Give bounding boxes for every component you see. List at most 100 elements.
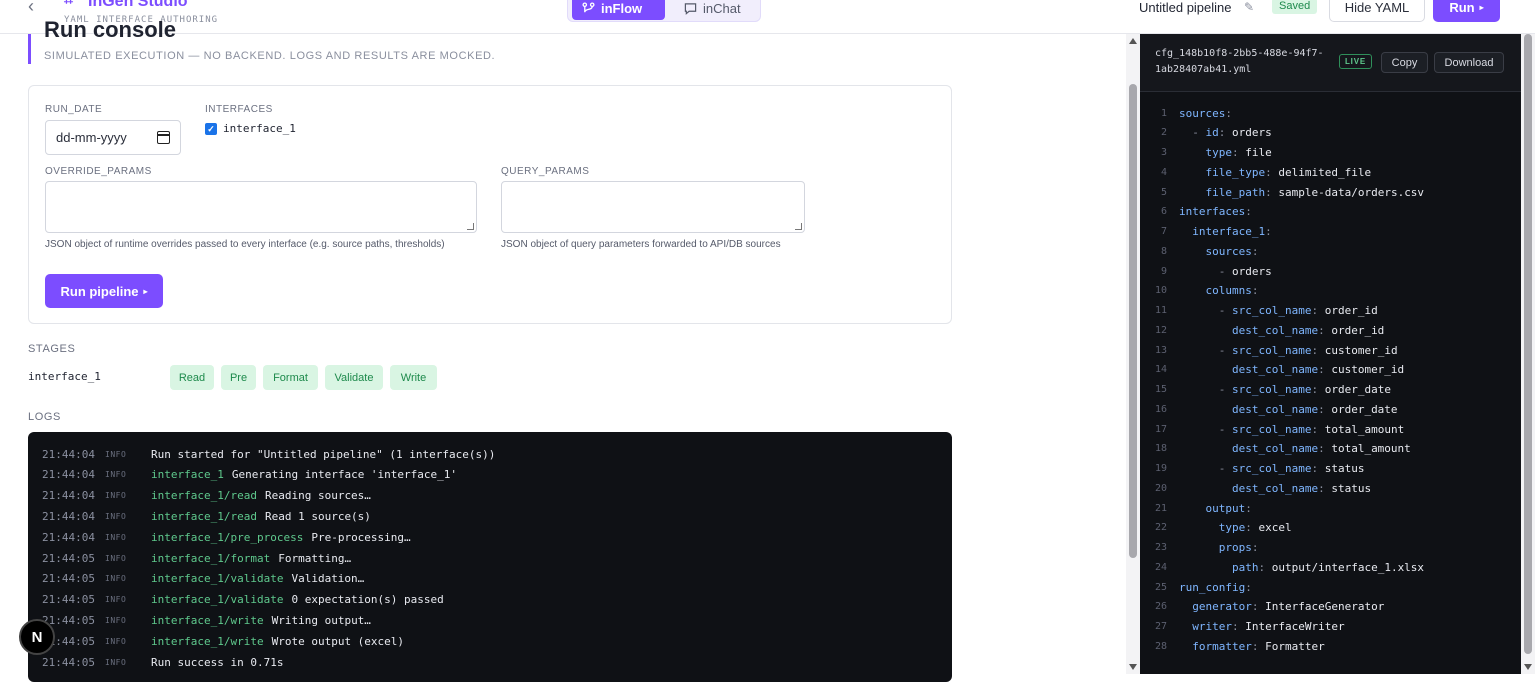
yaml-colon: :	[1225, 106, 1239, 120]
yaml-line: 23 props:	[1140, 539, 1265, 557]
scroll-down-icon[interactable]	[1524, 664, 1532, 670]
log-time: 21:44:05	[42, 613, 95, 627]
run-button[interactable]: Run ▸	[1433, 0, 1500, 22]
back-icon[interactable]: ‹	[28, 0, 34, 17]
chat-icon	[684, 2, 697, 15]
resize-handle-icon[interactable]	[795, 223, 802, 230]
yaml-value: orders	[1232, 126, 1272, 140]
inflow-tab[interactable]: inFlow	[572, 0, 665, 20]
yaml-colon: :	[1311, 462, 1325, 475]
yaml-value: order_id	[1331, 323, 1385, 337]
yaml-key: type	[1218, 521, 1246, 535]
yaml-value: customer_id	[1324, 343, 1398, 357]
yaml-colon: :	[1311, 304, 1325, 317]
log-level: INFO	[105, 636, 127, 646]
calendar-icon[interactable]	[157, 131, 170, 144]
yaml-colon: :	[1311, 343, 1325, 357]
yaml-colon: :	[1251, 600, 1266, 614]
stage-pill-format: Format	[263, 365, 318, 390]
log-message: Reading sources…	[264, 489, 371, 503]
resize-handle-icon[interactable]	[467, 223, 474, 230]
log-scope: interface_1/read	[151, 509, 257, 523]
yaml-indent: -	[1179, 462, 1232, 475]
yaml-value: order_date	[1331, 402, 1398, 416]
main-scrollbar[interactable]	[1126, 34, 1140, 674]
stage-pill-pre: Pre	[221, 365, 256, 390]
run-pipeline-button[interactable]: Run pipeline ▸	[45, 274, 163, 308]
yaml-key: formatter	[1192, 639, 1252, 653]
log-time: 21:44:04	[42, 489, 95, 503]
log-time: 21:44:05	[42, 551, 95, 565]
yaml-value: orders	[1231, 264, 1272, 278]
edit-icon[interactable]: ✎	[1244, 0, 1254, 14]
yaml-line: 10 columns:	[1140, 282, 1265, 300]
saved-badge: Saved	[1272, 0, 1318, 14]
yaml-indent: -	[1179, 383, 1232, 396]
log-time: 21:44:04	[42, 468, 95, 482]
override-params-input[interactable]	[45, 181, 477, 233]
dev-tools-badge[interactable]: N	[19, 619, 55, 655]
run-date-input[interactable]: dd-mm-yyyy	[45, 120, 181, 155]
log-time: 21:44:05	[42, 655, 95, 669]
log-line: 21:44:05 INFO interface_1/write Writing out…	[42, 612, 371, 628]
log-line: 21:44:04 INFO Run started for "Untitled pi…	[42, 446, 495, 462]
log-level: INFO	[105, 470, 127, 480]
yaml-value: order_date	[1324, 383, 1391, 396]
log-level: INFO	[105, 491, 127, 501]
line-number: 24	[1154, 561, 1167, 573]
line-number: 22	[1154, 522, 1167, 534]
scroll-up-icon[interactable]	[1129, 38, 1137, 44]
log-message: 0 expectation(s) passed	[291, 593, 444, 607]
line-number: 10	[1154, 285, 1167, 297]
line-number: 26	[1154, 601, 1167, 613]
yaml-key: interface_1	[1192, 225, 1266, 238]
interface-checkbox-row[interactable]: ✓ interface_1	[205, 122, 296, 135]
line-number: 18	[1154, 443, 1167, 455]
page-title: Run console	[44, 17, 177, 42]
yaml-indent	[1179, 146, 1206, 159]
stage-pill-write: Write	[390, 365, 437, 390]
log-scope: interface_1/read	[151, 489, 257, 503]
yaml-key: run_config	[1179, 580, 1246, 594]
log-time: 21:44:04	[42, 530, 95, 544]
yaml-value: total_amount	[1331, 442, 1411, 456]
line-number: 12	[1154, 324, 1167, 336]
yaml-line: 26 generator: InterfaceGenerator	[1140, 598, 1384, 616]
yaml-key: props	[1218, 541, 1252, 554]
yaml-scrollbar[interactable]	[1521, 34, 1535, 674]
yaml-line: 18 dest_col_name: total_amount	[1140, 440, 1411, 458]
query-params-input[interactable]	[501, 181, 805, 233]
hide-yaml-button[interactable]: Hide YAML	[1329, 0, 1425, 22]
download-button[interactable]: Download	[1434, 52, 1504, 73]
line-number: 11	[1154, 305, 1167, 316]
log-line: 21:44:04 INFO interface_1/read Read 1 sourc…	[42, 508, 371, 524]
inchat-tab[interactable]: inChat	[674, 0, 758, 20]
yaml-line: 3 type: file	[1140, 144, 1272, 162]
interface-checkbox[interactable]: ✓	[205, 122, 217, 135]
logs-label: LOGS	[28, 411, 61, 423]
yaml-indent	[1179, 541, 1219, 554]
yaml-key: columns	[1205, 284, 1252, 298]
query-params-help: JSON object of query parameters forwarde…	[501, 239, 781, 250]
yaml-key: id	[1205, 126, 1219, 140]
line-number: 20	[1154, 482, 1167, 494]
yaml-key: src_col_name	[1231, 383, 1312, 396]
yaml-colon: :	[1245, 521, 1259, 535]
yaml-line: 21 output:	[1140, 499, 1259, 517]
yaml-indent	[1179, 640, 1192, 653]
yaml-indent	[1179, 620, 1192, 633]
pipeline-title[interactable]: Untitled pipeline	[1139, 0, 1232, 15]
mode-toggle: inFlow inChat	[567, 0, 761, 22]
copy-button[interactable]: Copy	[1381, 52, 1428, 73]
yaml-colon: :	[1251, 639, 1266, 653]
flow-icon	[582, 1, 595, 12]
yaml-value: Formatter	[1265, 639, 1325, 653]
log-message: Run started for "Untitled pipeline" (1 i…	[151, 447, 496, 461]
yaml-indent	[1179, 482, 1232, 495]
yaml-indent	[1179, 363, 1232, 376]
yaml-line: 9 - orders	[1140, 262, 1272, 280]
override-params-label: OVERRIDE_PARAMS	[45, 166, 152, 177]
scroll-thumb[interactable]	[1129, 84, 1137, 558]
scroll-down-icon[interactable]	[1129, 664, 1137, 670]
scroll-thumb[interactable]	[1524, 34, 1532, 654]
